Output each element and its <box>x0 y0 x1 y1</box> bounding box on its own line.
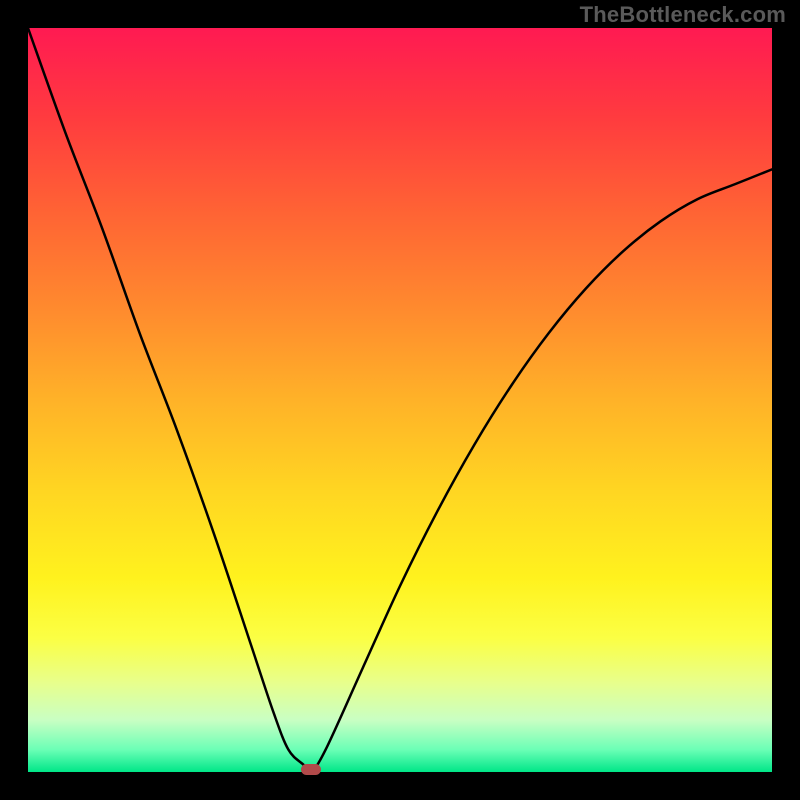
bottleneck-curve <box>28 28 772 772</box>
chart-container: TheBottleneck.com <box>0 0 800 800</box>
plot-area <box>28 28 772 772</box>
watermark-text: TheBottleneck.com <box>580 2 786 28</box>
minimum-marker <box>301 764 321 775</box>
